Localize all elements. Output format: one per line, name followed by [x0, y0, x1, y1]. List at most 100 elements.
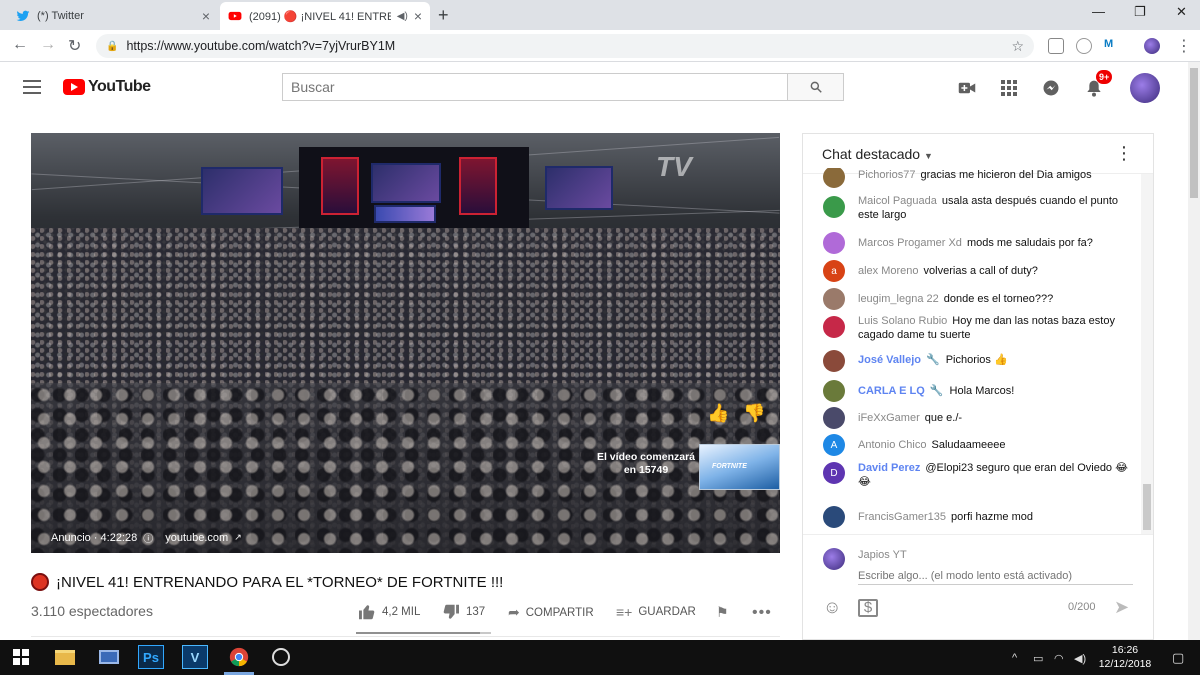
- chat-author[interactable]: Antonio Chico: [858, 439, 927, 451]
- clock-date: 12/12/2018: [1098, 658, 1152, 670]
- dislike-overlay-icon[interactable]: 👎: [743, 403, 765, 424]
- chat-author-moderator[interactable]: José Vallejo: [858, 354, 921, 366]
- tray-chevron-icon[interactable]: ^: [1012, 652, 1017, 664]
- user-avatar[interactable]: [823, 380, 845, 402]
- extension-movistar-icon[interactable]: M: [1104, 38, 1120, 54]
- forward-icon[interactable]: →: [40, 36, 56, 54]
- chat-author[interactable]: alex Moreno: [858, 265, 919, 277]
- address-bar[interactable]: 🔒 https://www.youtube.com/watch?v=7yjVru…: [96, 34, 1034, 58]
- profile-avatar-icon[interactable]: [1144, 38, 1160, 54]
- tab-youtube[interactable]: (2091) 🔴 ¡NIVEL 41! ENTREN ◀) ×: [220, 2, 430, 30]
- user-avatar[interactable]: [823, 196, 845, 218]
- page-scrollbar[interactable]: [1188, 62, 1200, 640]
- char-counter: 0/200: [1068, 601, 1096, 613]
- chat-author-moderator[interactable]: CARLA E LQ: [858, 385, 925, 397]
- user-avatar[interactable]: D: [823, 462, 845, 484]
- send-icon[interactable]: ➤: [1114, 597, 1129, 618]
- close-tab-icon[interactable]: ×: [202, 8, 210, 24]
- like-overlay-icon[interactable]: 👍: [707, 403, 729, 424]
- extension-mask-icon[interactable]: [1076, 38, 1092, 54]
- chat-scrollbar[interactable]: [1141, 174, 1153, 534]
- network-drive-icon[interactable]: [96, 645, 122, 669]
- apps-grid-icon[interactable]: [997, 76, 1021, 100]
- video-player[interactable]: TV 👍 👎 El vídeo comenzará en 15749 FORTN…: [31, 133, 780, 553]
- ad-countdown: El vídeo comenzará en 15749: [596, 451, 696, 476]
- external-link-icon[interactable]: ↗: [234, 532, 242, 543]
- user-avatar[interactable]: [823, 506, 845, 528]
- youtube-header: YouTube 9+: [0, 62, 1188, 114]
- chat-author[interactable]: iFeXxGamer: [858, 412, 920, 424]
- close-window-icon[interactable]: ✕: [1176, 4, 1187, 20]
- volume-icon[interactable]: ◀): [1074, 652, 1086, 665]
- chat-text: que e./-: [924, 412, 963, 424]
- youtube-logo[interactable]: YouTube: [63, 78, 151, 96]
- close-tab-icon[interactable]: ×: [414, 8, 422, 24]
- emoji-icon[interactable]: ☺: [823, 597, 841, 618]
- chat-mode-selector[interactable]: Chat destacado ▼: [822, 146, 933, 162]
- ad-thumbnail[interactable]: FORTNITE: [699, 444, 780, 490]
- menu-icon[interactable]: [23, 80, 41, 98]
- create-video-icon[interactable]: [955, 76, 979, 100]
- minimize-icon[interactable]: —: [1092, 4, 1105, 19]
- dislike-button[interactable]: 137: [442, 604, 485, 620]
- wifi-icon[interactable]: ◠: [1054, 652, 1064, 665]
- search-input[interactable]: [282, 73, 788, 101]
- playlist-add-icon: ≡+: [616, 604, 633, 620]
- vegas-icon[interactable]: V: [182, 645, 208, 669]
- photoshop-icon[interactable]: Ps: [138, 645, 164, 669]
- reload-icon[interactable]: ↻: [68, 36, 81, 56]
- user-avatar[interactable]: A: [823, 434, 845, 456]
- more-actions-button[interactable]: •••: [752, 604, 772, 622]
- user-avatar[interactable]: [823, 407, 845, 429]
- file-explorer-icon[interactable]: [52, 645, 78, 669]
- chat-author-moderator[interactable]: David Perez: [858, 462, 920, 474]
- ad-source-link[interactable]: youtube.com: [165, 532, 228, 544]
- system-clock[interactable]: 16:26 12/12/2018: [1090, 643, 1160, 671]
- more-horizontal-icon: •••: [752, 604, 772, 621]
- browser-toolbar: ← → ↻ 🔒 https://www.youtube.com/watch?v=…: [0, 30, 1200, 62]
- chat-author[interactable]: FrancisGamer135: [858, 511, 946, 523]
- chat-author[interactable]: Marcos Progamer Xd: [858, 237, 962, 249]
- page-scrollbar-thumb[interactable]: [1190, 68, 1198, 198]
- browser-menu-icon[interactable]: ⋮: [1176, 36, 1192, 56]
- user-avatar[interactable]: [823, 316, 845, 338]
- ad-label: Anuncio · 4:22:28: [51, 531, 138, 544]
- search-button[interactable]: [788, 73, 844, 101]
- windows-start-icon[interactable]: [8, 645, 34, 669]
- save-label: GUARDAR: [638, 606, 696, 618]
- chat-author[interactable]: Luis Solano Rubio: [858, 315, 947, 327]
- user-avatar[interactable]: [823, 350, 845, 372]
- back-icon[interactable]: ←: [12, 36, 28, 54]
- clock-time: 16:26: [1111, 644, 1139, 656]
- account-avatar[interactable]: [1130, 73, 1160, 103]
- super-chat-icon[interactable]: $: [858, 599, 878, 617]
- obs-icon[interactable]: [268, 645, 294, 669]
- chat-author[interactable]: leugim_legna 22: [858, 293, 939, 305]
- chat-menu-icon[interactable]: ⋮: [1115, 144, 1133, 162]
- user-avatar[interactable]: [823, 232, 845, 254]
- chat-author[interactable]: Maicol Paguada: [858, 195, 937, 207]
- chat-scrollbar-thumb[interactable]: [1143, 484, 1151, 530]
- user-avatar[interactable]: [823, 288, 845, 310]
- bookmark-star-icon[interactable]: ☆: [1011, 38, 1024, 55]
- messages-icon[interactable]: [1039, 76, 1063, 100]
- notification-center-icon[interactable]: ▢: [1172, 650, 1184, 666]
- info-icon[interactable]: ⓘ: [143, 530, 153, 545]
- user-avatar[interactable]: [823, 168, 845, 188]
- share-button[interactable]: ➦ COMPARTIR: [508, 604, 594, 621]
- self-avatar: [823, 548, 845, 570]
- extension-image-icon[interactable]: [1048, 38, 1064, 54]
- chrome-icon[interactable]: [226, 645, 252, 669]
- battery-icon[interactable]: ▭: [1033, 652, 1043, 665]
- tab-twitter[interactable]: (*) Twitter ×: [8, 2, 218, 30]
- user-avatar[interactable]: a: [823, 260, 845, 282]
- report-flag-button[interactable]: ⚑: [716, 604, 729, 621]
- like-button[interactable]: 4,2 MIL: [358, 604, 420, 620]
- chat-text: volverias a call of duty?: [923, 265, 1038, 277]
- new-tab-button[interactable]: +: [438, 5, 449, 26]
- speaker-icon[interactable]: ◀): [397, 11, 408, 22]
- save-button[interactable]: ≡+ GUARDAR: [616, 604, 696, 620]
- chat-author[interactable]: Pichorios77: [858, 169, 915, 181]
- chat-message-input[interactable]: [858, 567, 1133, 585]
- maximize-icon[interactable]: ❐: [1134, 4, 1146, 20]
